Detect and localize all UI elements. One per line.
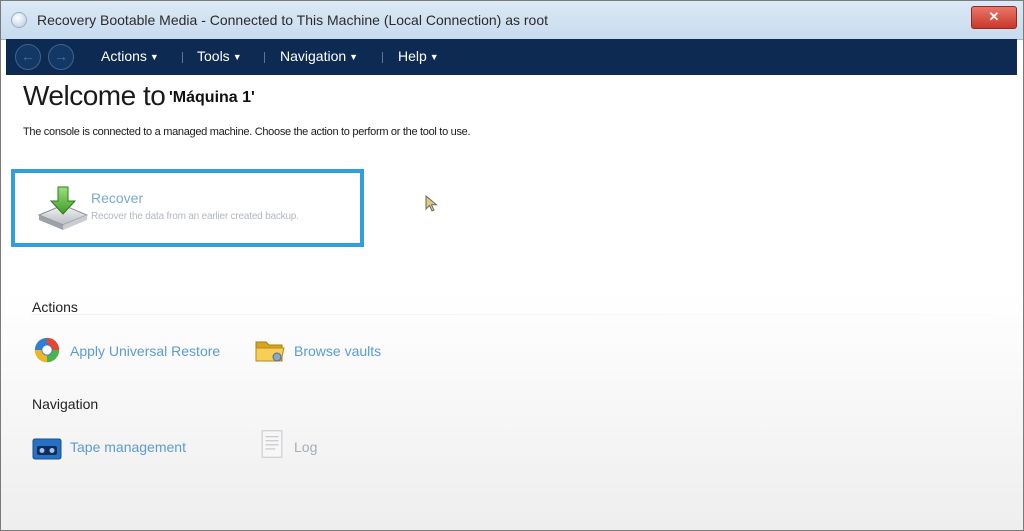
page-title: Welcome to [23,80,166,111]
menu-help[interactable]: Help ▼ [398,48,439,64]
actions-heading: Actions [32,299,78,315]
intro-text: The console is connected to a managed ma… [23,126,471,138]
forward-arrow-icon: → [54,48,68,64]
menu-actions-label: Actions [101,48,147,64]
window-title: Recovery Bootable Media - Connected to T… [37,12,549,28]
title-bar: Recovery Bootable Media - Connected to T… [1,1,1023,40]
mouse-cursor-icon [425,195,438,212]
menu-separator [182,52,183,63]
chevron-down-icon: ▼ [429,52,439,62]
menu-navigation[interactable]: Navigation ▼ [280,48,358,64]
chevron-down-icon: ▼ [349,52,359,62]
apply-universal-restore-link[interactable]: Apply Universal Restore [70,343,220,359]
machine-name: 'Máquina 1' [169,89,255,106]
log-icon[interactable] [257,430,287,458]
app-window: Recovery Bootable Media - Connected to T… [0,0,1024,531]
chevron-down-icon: ▼ [149,52,159,62]
navigation-heading: Navigation [32,396,99,412]
app-icon [11,12,27,28]
folder-icon[interactable] [255,336,285,364]
menu-separator [264,52,265,63]
tape-icon[interactable] [32,434,62,462]
menu-actions[interactable]: Actions ▼ [101,48,159,64]
tape-management-link[interactable]: Tape management [70,439,186,455]
recover-title: Recover [91,190,144,206]
menu-navigation-label: Navigation [280,48,347,64]
back-arrow-icon: ← [21,48,35,64]
menu-tools-label: Tools [197,48,230,64]
universal-restore-icon[interactable] [32,336,62,364]
browse-vaults-link[interactable]: Browse vaults [294,343,381,359]
forward-button[interactable]: → [48,44,74,70]
recover-action[interactable]: Recover Recover the data from an earlier… [11,169,364,247]
log-link[interactable]: Log [294,439,317,455]
recover-disk-icon [37,186,89,230]
recover-description: Recover the data from an earlier created… [91,211,299,222]
back-button[interactable]: ← [15,44,41,70]
chevron-down-icon: ▼ [232,52,242,62]
menu-bar: ← → Actions ▼ Tools ▼ Navigation ▼ Help ▼ [6,39,1017,75]
close-button[interactable]: ✕ [971,6,1017,29]
menu-separator [382,52,383,63]
divider [31,314,991,315]
menu-tools[interactable]: Tools ▼ [197,48,242,64]
menu-help-label: Help [398,48,427,64]
